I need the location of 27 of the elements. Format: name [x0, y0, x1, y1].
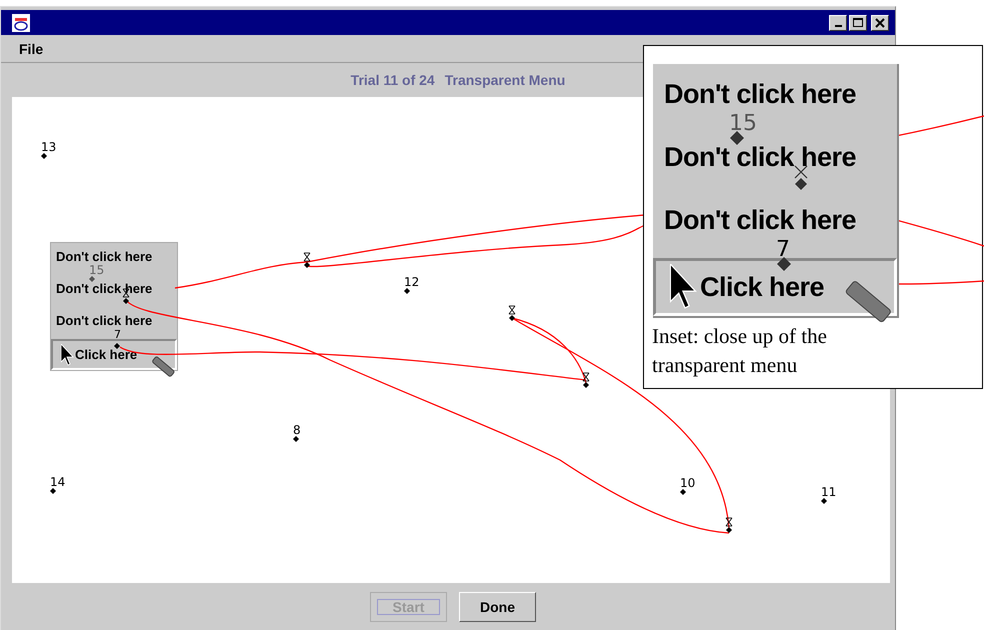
maximize-button[interactable] [849, 14, 867, 30]
menu-item[interactable]: Don't click here [653, 80, 897, 108]
inset-caption: Inset: close up of the transparent menu [652, 323, 828, 379]
cursor-icon [61, 344, 75, 366]
menu-item[interactable]: Click here [653, 258, 897, 316]
close-icon [875, 18, 885, 28]
menu-item[interactable]: Don't click here [51, 314, 177, 328]
maximize-icon [853, 18, 863, 28]
minimize-icon [834, 25, 842, 27]
menu-item[interactable]: Don't click here [51, 282, 177, 296]
hit-marker [582, 372, 590, 388]
app-icon [12, 14, 30, 32]
done-button[interactable]: Done [459, 592, 536, 622]
hit-marker [304, 252, 310, 268]
menu-item[interactable]: Click here [51, 339, 177, 370]
hit-marker [794, 165, 808, 190]
cursor-icon [670, 264, 700, 310]
trial-counter: Trial 11 of 24 [350, 72, 435, 88]
hit-marker [726, 518, 732, 533]
menu-item[interactable]: Don't click here [653, 143, 897, 171]
hit-marker [508, 306, 516, 321]
menu-item[interactable]: File [19, 40, 44, 56]
close-button[interactable] [871, 14, 889, 30]
minimize-button[interactable] [829, 14, 847, 30]
condition-label: Transparent Menu [444, 72, 566, 88]
menu-item[interactable]: Don't click here [653, 206, 897, 234]
menu-item[interactable]: Don't click here [51, 250, 177, 264]
